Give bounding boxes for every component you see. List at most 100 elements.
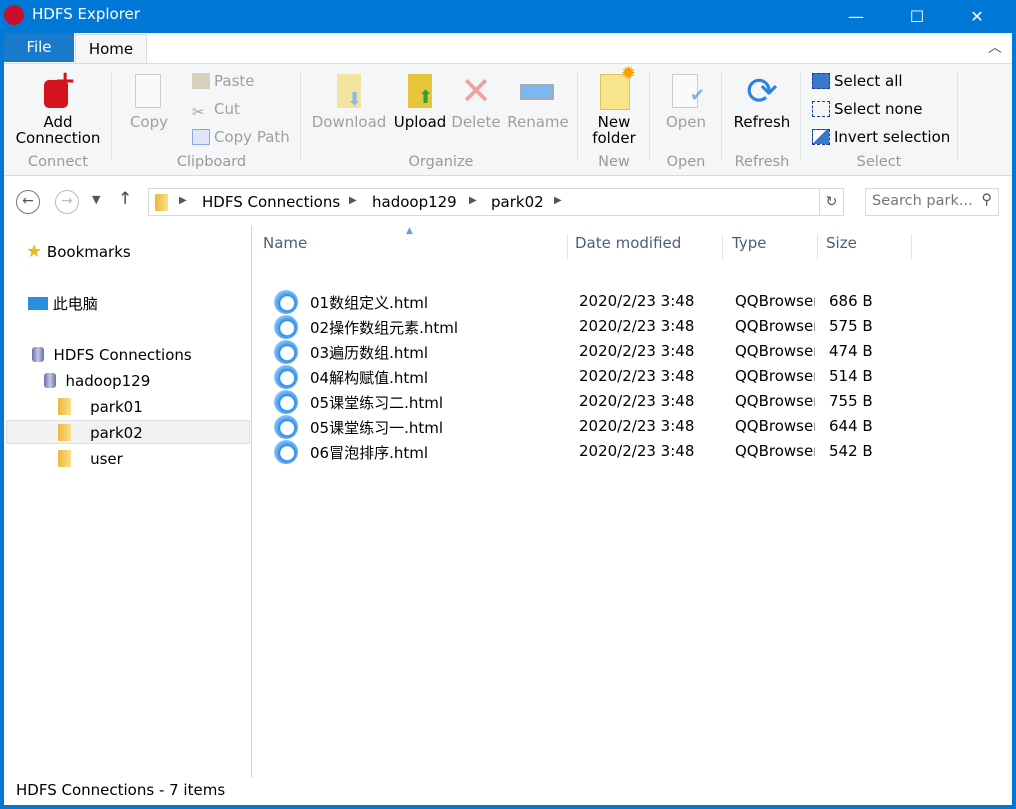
divider [300, 72, 301, 160]
sidebar-item-park01[interactable]: park01 [6, 395, 250, 419]
breadcrumb-hadoop129[interactable]: hadoop129 [372, 193, 457, 211]
divider [957, 72, 958, 160]
sidebar-item-user[interactable]: user [6, 447, 250, 471]
open-document-icon: ✔ [668, 72, 705, 110]
collapse-ribbon-icon[interactable]: ︿ [988, 37, 1002, 57]
select-none-button[interactable]: Select none [812, 98, 922, 120]
column-header-name[interactable]: Name [255, 234, 568, 260]
up-arrow-icon[interactable]: ↑ [118, 189, 132, 209]
breadcrumb-park02[interactable]: park02 [491, 193, 544, 211]
database-add-icon: + [40, 68, 76, 110]
sidebar-item-this-pc[interactable]: 此电脑 [6, 292, 250, 316]
chevron-right-icon[interactable]: ▶ [469, 195, 477, 206]
file-name: 01数组定义.html [310, 294, 429, 312]
label: hadoop129 [65, 372, 151, 390]
file-date: 2020/2/23 3:48 [579, 342, 695, 360]
copy-icon [131, 72, 167, 110]
label: Add [43, 113, 73, 131]
window-title: HDFS Explorer [32, 5, 140, 23]
column-header-size[interactable]: Size [818, 234, 912, 260]
file-size: 644 B [829, 417, 873, 435]
file-row[interactable]: 05课堂练习二.html 2020/2/23 3:48 QQBrowser 75… [274, 389, 874, 414]
minimize-button[interactable]: — [833, 0, 879, 33]
upload-button[interactable]: ⬆ Upload [390, 72, 450, 130]
refresh-button[interactable]: ⟳ Refresh [728, 72, 796, 130]
sidebar-item-hadoop129[interactable]: hadoop129 [6, 369, 250, 393]
back-button[interactable]: ← [16, 190, 40, 214]
divider [721, 72, 722, 160]
search-input[interactable]: Search park... ⚲ [865, 188, 999, 216]
label: Connection [15, 129, 101, 147]
open-button[interactable]: ✔ Open [656, 72, 716, 130]
recent-dropdown-icon[interactable]: ▼ [92, 193, 100, 206]
divider [649, 72, 650, 160]
new-folder-button[interactable]: ✹ New folder [584, 65, 644, 147]
file-row[interactable]: 04解构赋值.html 2020/2/23 3:48 QQBrowser 514… [274, 364, 874, 389]
file-name: 04解构赋值.html [310, 369, 429, 387]
breadcrumb-hdfs-connections[interactable]: HDFS Connections [202, 193, 340, 211]
paste-button[interactable]: Paste [192, 70, 255, 92]
forward-button[interactable]: → [55, 190, 79, 214]
file-name: 03遍历数组.html [310, 344, 429, 362]
add-connection-button[interactable]: + Add Connection [12, 68, 104, 147]
address-bar[interactable]: ▶ HDFS Connections ▶ hadoop129 ▶ park02 … [148, 188, 844, 216]
label: Cut [214, 100, 240, 118]
sidebar-item-hdfs-connections[interactable]: HDFS Connections [6, 343, 250, 367]
label: user [90, 450, 123, 468]
close-button[interactable]: ✕ [954, 0, 1000, 33]
label: Bookmarks [46, 243, 131, 261]
file-date: 2020/2/23 3:48 [579, 292, 695, 310]
label: Copy [129, 113, 169, 131]
cut-button[interactable]: ✂ Cut [192, 98, 240, 121]
chevron-right-icon[interactable]: ▶ [554, 195, 562, 206]
qqbrowser-file-icon [274, 365, 298, 389]
file-size: 755 B [829, 392, 873, 410]
rename-button[interactable]: Rename [504, 72, 572, 130]
file-date: 2020/2/23 3:48 [579, 392, 695, 410]
label: Upload [393, 113, 447, 131]
group-label-clipboard: Clipboard [176, 154, 247, 170]
delete-button[interactable]: ✕ Delete [450, 72, 502, 130]
label: park01 [90, 398, 143, 416]
label: 此电脑 [52, 295, 98, 313]
qqbrowser-file-icon [274, 315, 298, 339]
invert-selection-button[interactable]: Invert selection [812, 126, 950, 148]
file-name: 05课堂练习二.html [310, 394, 444, 412]
search-icon[interactable]: ⚲ [981, 192, 992, 208]
file-size: 474 B [829, 342, 873, 360]
file-type: QQBrowser [735, 442, 815, 460]
file-row[interactable]: 06冒泡排序.html 2020/2/23 3:48 QQBrowser 542… [274, 439, 874, 464]
file-row[interactable]: 03遍历数组.html 2020/2/23 3:48 QQBrowser 474… [274, 339, 874, 364]
file-name: 06冒泡排序.html [310, 444, 429, 462]
status-text: HDFS Connections - 7 items [16, 781, 226, 799]
file-size: 542 B [829, 442, 873, 460]
tab-file[interactable]: File [4, 33, 74, 62]
file-row[interactable]: 05课堂练习一.html 2020/2/23 3:48 QQBrowser 64… [274, 414, 874, 439]
tab-home[interactable]: Home [75, 34, 147, 64]
file-type: QQBrowser [735, 342, 815, 360]
column-header-type[interactable]: Type [724, 234, 818, 260]
file-name: 02操作数组元素.html [310, 319, 459, 337]
sidebar-item-bookmarks[interactable]: ★ Bookmarks [6, 240, 250, 264]
group-label-select: Select [856, 154, 902, 170]
folder-icon [58, 398, 71, 415]
label: HDFS Connections [53, 346, 192, 364]
copy-path-button[interactable]: Copy Path [192, 126, 290, 148]
group-label-connect: Connect [28, 154, 88, 170]
path-icon [192, 129, 210, 145]
refresh-address-icon[interactable]: ↻ [819, 189, 843, 215]
maximize-button[interactable]: ☐ [894, 0, 940, 33]
column-header-date[interactable]: Date modified [567, 234, 723, 260]
file-size: 514 B [829, 367, 873, 385]
select-all-button[interactable]: Select all [812, 70, 903, 92]
chevron-right-icon[interactable]: ▶ [179, 195, 187, 206]
paste-icon [192, 73, 210, 89]
file-row[interactable]: 01数组定义.html 2020/2/23 3:48 QQBrowser 686… [274, 289, 874, 314]
qqbrowser-file-icon [274, 390, 298, 414]
chevron-right-icon[interactable]: ▶ [349, 195, 357, 206]
file-row[interactable]: 02操作数组元素.html 2020/2/23 3:48 QQBrowser 5… [274, 314, 874, 339]
divider [577, 72, 578, 160]
copy-button[interactable]: Copy [124, 72, 174, 130]
download-button[interactable]: ⬇ Download [310, 72, 388, 130]
sidebar-item-park02[interactable]: park02 [6, 420, 250, 444]
